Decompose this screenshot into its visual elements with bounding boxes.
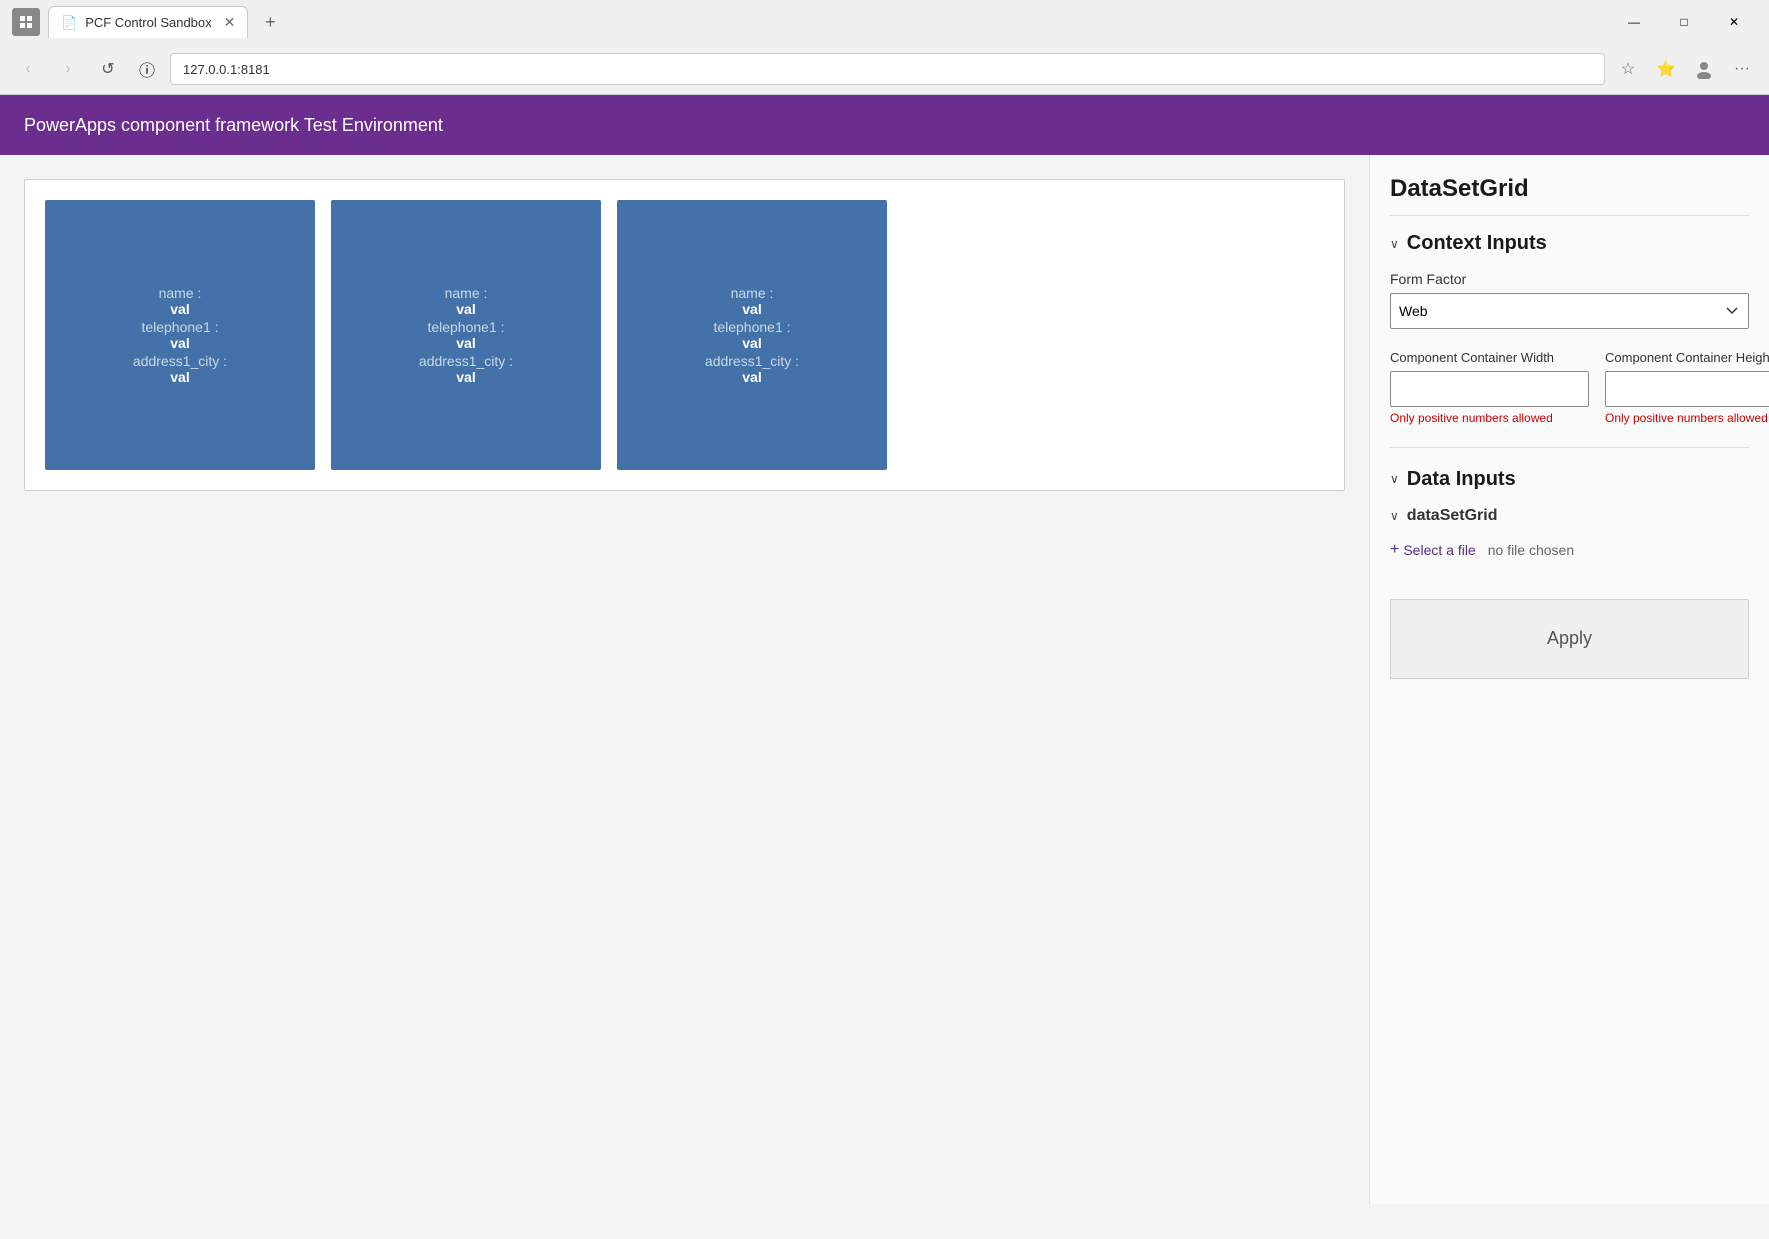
context-inputs-section-header: ∨ Context Inputs xyxy=(1390,232,1749,255)
card-2-address-value: val xyxy=(419,369,513,385)
container-width-error: Only positive numbers allowed xyxy=(1390,411,1589,427)
no-file-chosen-text: no file chosen xyxy=(1488,542,1574,558)
form-factor-label: Form Factor xyxy=(1390,271,1749,287)
component-container: name : val telephone1 : val address1_cit… xyxy=(24,179,1345,491)
card-1-telephone-row: telephone1 : val xyxy=(141,319,218,351)
toolbar-right: ☆ ⭐ ··· xyxy=(1613,54,1757,84)
right-panel: DataSetGrid ∨ Context Inputs Form Factor… xyxy=(1369,155,1769,1204)
context-inputs-heading: Context Inputs xyxy=(1407,232,1547,255)
card-2-telephone-label: telephone1 : xyxy=(427,319,504,335)
container-dimensions-group: Component Container Width Only positive … xyxy=(1390,349,1749,427)
card-1-name-row: name : val xyxy=(159,285,202,317)
card-1-telephone-value: val xyxy=(141,335,218,351)
window-controls: — □ ✕ xyxy=(1611,6,1757,38)
close-button[interactable]: ✕ xyxy=(1711,6,1757,38)
tab-close-button[interactable]: ✕ xyxy=(224,14,236,31)
container-width-input[interactable] xyxy=(1390,371,1589,407)
data-inputs-heading: Data Inputs xyxy=(1407,468,1516,491)
card-1-address-label: address1_city : xyxy=(133,353,227,369)
content-area: name : val telephone1 : val address1_cit… xyxy=(0,155,1369,1204)
window-icon xyxy=(12,8,40,36)
dataset-grid-chevron-icon[interactable]: ∨ xyxy=(1390,509,1399,523)
context-inputs-chevron-icon[interactable]: ∨ xyxy=(1390,237,1399,251)
title-bar-left xyxy=(12,8,40,36)
form-factor-select[interactable]: Web Tablet Phone xyxy=(1390,293,1749,329)
select-file-label: Select a file xyxy=(1403,542,1475,558)
form-factor-group: Form Factor Web Tablet Phone xyxy=(1390,271,1749,329)
dataset-grid-label: dataSetGrid xyxy=(1407,507,1498,525)
file-select-row: + Select a file no file chosen xyxy=(1390,541,1749,559)
title-bar: 📄 PCF Control Sandbox ✕ + — □ ✕ xyxy=(0,0,1769,44)
address-input[interactable]: 127.0.0.1:8181 xyxy=(170,53,1605,85)
dataset-grid-subsection-header: ∨ dataSetGrid xyxy=(1390,507,1749,525)
card-3-name-value: val xyxy=(731,301,774,317)
container-height-group: Component Container Height Only positive… xyxy=(1605,349,1769,427)
card-1-telephone-label: telephone1 : xyxy=(141,319,218,335)
tab-title: PCF Control Sandbox xyxy=(85,15,211,30)
card-2-address-label: address1_city : xyxy=(419,353,513,369)
card-2-name-row: name : val xyxy=(445,285,488,317)
card-3-telephone-label: telephone1 : xyxy=(713,319,790,335)
container-height-error: Only positive numbers allowed xyxy=(1605,411,1769,427)
card-3-telephone-value: val xyxy=(713,335,790,351)
address-bar: ‹ › ↺ ⓘ 127.0.0.1:8181 ☆ ⭐ ··· xyxy=(0,44,1769,94)
profiles-icon[interactable] xyxy=(1689,54,1719,84)
main-layout: name : val telephone1 : val address1_cit… xyxy=(0,155,1769,1204)
new-tab-button[interactable]: + xyxy=(256,8,284,36)
card-3-address-label: address1_city : xyxy=(705,353,799,369)
data-inputs-chevron-icon[interactable]: ∨ xyxy=(1390,472,1399,486)
browser-chrome: 📄 PCF Control Sandbox ✕ + — □ ✕ ‹ › ↺ ⓘ … xyxy=(0,0,1769,95)
card-3-address-value: val xyxy=(705,369,799,385)
plus-icon: + xyxy=(1390,541,1399,559)
container-width-group: Component Container Width Only positive … xyxy=(1390,349,1589,427)
data-inputs-section: ∨ Data Inputs ∨ dataSetGrid + Select a f… xyxy=(1390,468,1749,559)
container-width-label: Component Container Width xyxy=(1390,349,1589,367)
card-2-address-row: address1_city : val xyxy=(419,353,513,385)
apply-button[interactable]: Apply xyxy=(1390,599,1749,679)
select-file-button[interactable]: + Select a file xyxy=(1390,541,1476,559)
data-inputs-section-header: ∨ Data Inputs xyxy=(1390,468,1749,491)
panel-title: DataSetGrid xyxy=(1390,175,1749,216)
card-2: name : val telephone1 : val address1_cit… xyxy=(331,200,601,470)
card-3-telephone-row: telephone1 : val xyxy=(713,319,790,351)
minimize-button[interactable]: — xyxy=(1611,6,1657,38)
forward-button[interactable]: › xyxy=(52,53,84,85)
app-header: PowerApps component framework Test Envir… xyxy=(0,95,1769,155)
card-3-address-row: address1_city : val xyxy=(705,353,799,385)
card-1: name : val telephone1 : val address1_cit… xyxy=(45,200,315,470)
container-height-input[interactable] xyxy=(1605,371,1769,407)
favorites-star-icon[interactable]: ☆ xyxy=(1613,54,1643,84)
refresh-button[interactable]: ↺ xyxy=(92,53,124,85)
card-1-name-value: val xyxy=(159,301,202,317)
card-2-name-value: val xyxy=(445,301,488,317)
tab-doc-icon: 📄 xyxy=(61,15,77,31)
card-1-address-row: address1_city : val xyxy=(133,353,227,385)
card-1-name-label: name : xyxy=(159,285,202,301)
maximize-button[interactable]: □ xyxy=(1661,6,1707,38)
info-icon[interactable]: ⓘ xyxy=(132,54,162,84)
card-2-telephone-row: telephone1 : val xyxy=(427,319,504,351)
card-3-name-row: name : val xyxy=(731,285,774,317)
card-2-name-label: name : xyxy=(445,285,488,301)
back-button[interactable]: ‹ xyxy=(12,53,44,85)
collections-icon[interactable]: ⭐ xyxy=(1651,54,1681,84)
container-height-label: Component Container Height xyxy=(1605,349,1769,367)
more-options-button[interactable]: ··· xyxy=(1727,54,1757,84)
card-2-telephone-value: val xyxy=(427,335,504,351)
browser-tab[interactable]: 📄 PCF Control Sandbox ✕ xyxy=(48,6,248,38)
app-title: PowerApps component framework Test Envir… xyxy=(24,115,443,136)
section-divider xyxy=(1390,447,1749,448)
card-3-name-label: name : xyxy=(731,285,774,301)
card-1-address-value: val xyxy=(133,369,227,385)
card-3: name : val telephone1 : val address1_cit… xyxy=(617,200,887,470)
